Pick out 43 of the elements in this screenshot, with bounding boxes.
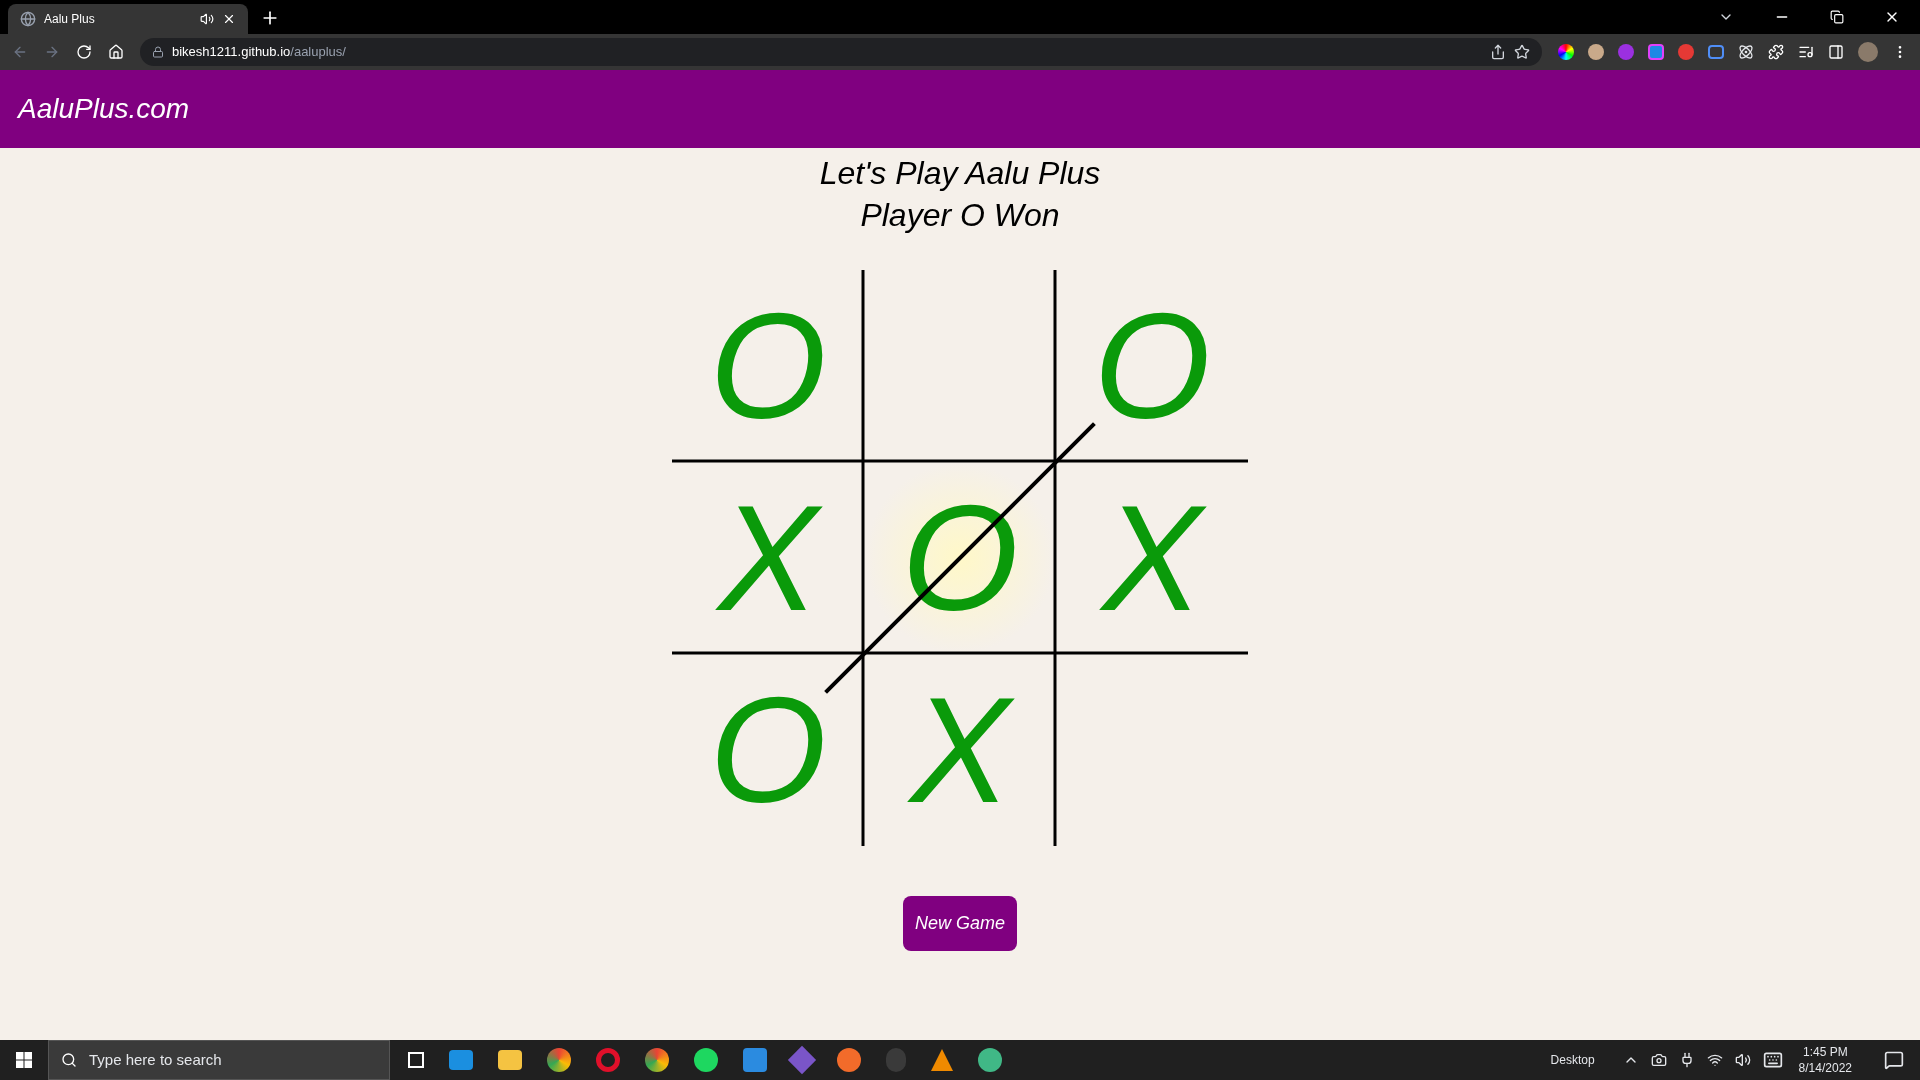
clock-time[interactable]: 1:45 PM: [1802, 1044, 1848, 1060]
cell-mark: O: [1093, 291, 1211, 441]
notification-icon[interactable]: [1884, 1050, 1904, 1070]
game-status: Player O Won: [860, 196, 1060, 235]
search-field[interactable]: Type here to search: [48, 1040, 390, 1080]
forward-icon[interactable]: [44, 44, 60, 60]
media-icon[interactable]: [1798, 44, 1814, 60]
globe-icon: [20, 11, 36, 27]
restore-icon[interactable]: [1830, 10, 1844, 24]
windows-icon[interactable]: [16, 1052, 32, 1068]
star-icon[interactable]: [1514, 44, 1530, 60]
ring-icon[interactable]: [596, 1048, 620, 1072]
clock-date[interactable]: 8/14/2022: [1798, 1060, 1852, 1076]
cone-icon[interactable]: [931, 1049, 953, 1071]
wifi-icon[interactable]: [1706, 1052, 1723, 1068]
reload-icon[interactable]: [76, 44, 92, 60]
speaker-icon[interactable]: [200, 12, 214, 26]
toolbar-label[interactable]: Desktop: [1550, 1051, 1595, 1069]
game-title: Let's Play Aalu Plus: [819, 154, 1101, 193]
home-icon[interactable]: [108, 44, 124, 60]
volume-icon[interactable]: [1734, 1052, 1751, 1068]
site-logo[interactable]: AaluPlus.com: [18, 88, 190, 130]
extension-icon[interactable]: [1558, 44, 1574, 60]
camera-icon[interactable]: [1650, 1052, 1667, 1068]
lock-icon: [152, 46, 164, 58]
cell-mark: O: [709, 291, 827, 441]
tab-title: Aalu Plus: [44, 11, 96, 28]
share-icon[interactable]: [1490, 44, 1506, 60]
extension-icon[interactable]: [1588, 44, 1604, 60]
address-bar[interactable]: bikesh1211.github.io/aaluplus/: [140, 38, 1542, 66]
extensions-icon[interactable]: [1768, 44, 1784, 60]
cell-mark: O: [709, 675, 827, 825]
atom-icon[interactable]: [1738, 44, 1754, 60]
back-icon[interactable]: [12, 44, 28, 60]
url-text: bikesh1211.github.io/aaluplus/: [172, 43, 346, 62]
new-game-button[interactable]: New Game: [903, 896, 1017, 951]
keyboard-icon[interactable]: [1762, 1050, 1783, 1070]
task-view-icon[interactable]: [408, 1052, 424, 1068]
browser-tab[interactable]: Aalu Plus: [8, 4, 248, 34]
search-icon: [61, 1052, 77, 1068]
side-panel-icon[interactable]: [1828, 44, 1844, 60]
avatar-icon[interactable]: [1858, 42, 1878, 62]
close-icon[interactable]: [222, 12, 236, 26]
